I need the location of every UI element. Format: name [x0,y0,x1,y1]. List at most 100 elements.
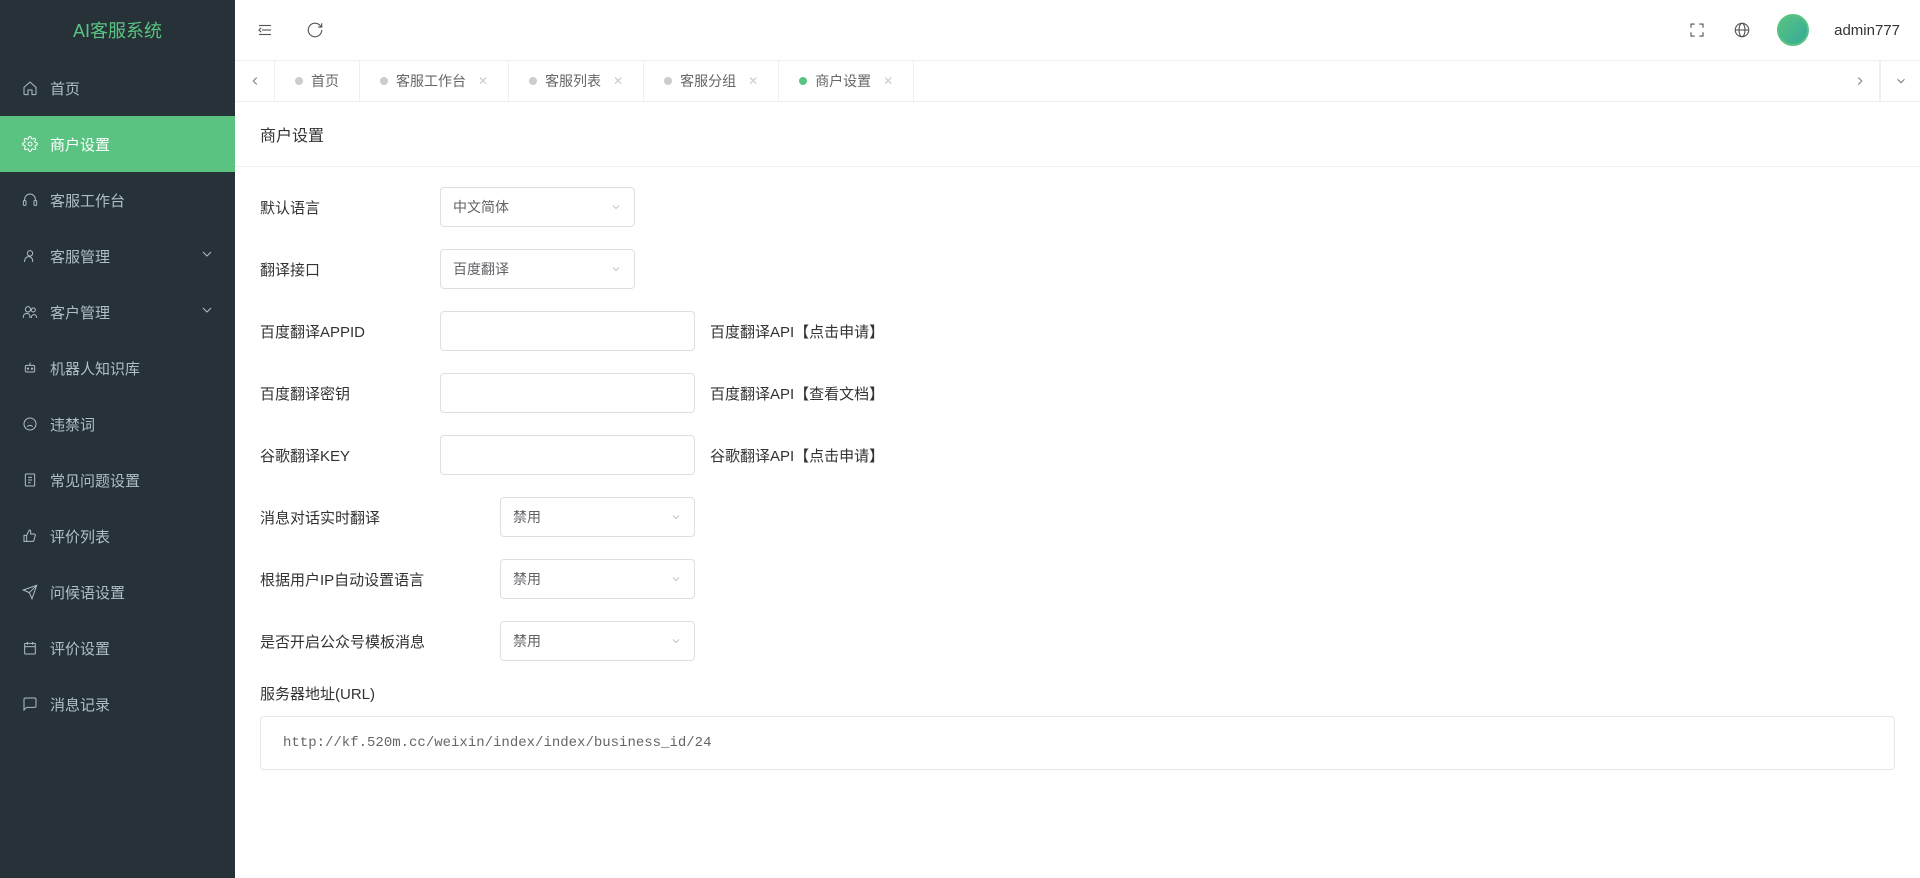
chevron-down-icon [610,263,622,275]
server-url-label: 服务器地址(URL) [260,683,1895,704]
auto-lang-ip-select[interactable]: 禁用 [500,559,695,599]
refresh-button[interactable] [305,20,325,40]
auto-lang-ip-label: 根据用户IP自动设置语言 [260,569,500,590]
language-button[interactable] [1732,20,1752,40]
content-area: 商户设置 默认语言 中文简体 翻译接口 百度翻译 百度翻译APPID 百度 [235,102,1920,878]
sidebar-item-agent-mgmt[interactable]: 客服管理 [0,228,235,284]
main-area: admin777 首页 客服工作台 ✕ 客服列表 ✕ 客服分组 ✕ 商户设置 ✕ [235,0,1920,878]
sidebar-item-label: 客户管理 [50,302,110,323]
thumb-up-icon [20,526,40,546]
select-value: 禁用 [513,569,541,589]
baidu-appid-label: 百度翻译APPID [260,321,440,342]
wechat-template-label: 是否开启公众号模板消息 [260,631,500,652]
tab-label: 客服分组 [680,71,736,91]
robot-icon [20,358,40,378]
sidebar-item-merchant-settings[interactable]: 商户设置 [0,116,235,172]
close-icon[interactable]: ✕ [748,74,758,88]
sidebar-item-forbidden-words[interactable]: 违禁词 [0,396,235,452]
gear-icon [20,134,40,154]
sidebar-item-label: 首页 [50,78,80,99]
close-icon[interactable]: ✕ [613,74,623,88]
tab-label: 客服工作台 [396,71,466,91]
tab-bar: 首页 客服工作台 ✕ 客服列表 ✕ 客服分组 ✕ 商户设置 ✕ [235,60,1920,102]
app-logo: AI客服系统 [0,0,235,60]
close-icon[interactable]: ✕ [883,74,893,88]
default-lang-label: 默认语言 [260,197,440,218]
wechat-template-select[interactable]: 禁用 [500,621,695,661]
tab-agent-groups[interactable]: 客服分组 ✕ [644,61,779,101]
user-icon [20,246,40,266]
sidebar-item-msg-log[interactable]: 消息记录 [0,676,235,732]
google-key-hint[interactable]: 谷歌翻译API【点击申请】 [710,445,884,466]
sidebar-item-reviews[interactable]: 评价列表 [0,508,235,564]
tab-dot-icon [295,77,303,85]
sidebar-item-home[interactable]: 首页 [0,60,235,116]
select-value: 百度翻译 [453,259,509,279]
headset-icon [20,190,40,210]
home-icon [20,78,40,98]
tabs-scroll-left[interactable] [235,61,275,101]
users-icon [20,302,40,322]
baidu-appid-input[interactable] [440,311,695,351]
baidu-secret-input[interactable] [440,373,695,413]
tab-dot-icon [664,77,672,85]
sidebar-item-label: 商户设置 [50,134,110,155]
translate-api-select[interactable]: 百度翻译 [440,249,635,289]
sidebar-item-robot-kb[interactable]: 机器人知识库 [0,340,235,396]
default-lang-select[interactable]: 中文简体 [440,187,635,227]
topbar: admin777 [235,0,1920,60]
sidebar-item-label: 机器人知识库 [50,358,140,379]
google-key-input[interactable] [440,435,695,475]
collapse-sidebar-button[interactable] [255,20,275,40]
settings-form: 默认语言 中文简体 翻译接口 百度翻译 百度翻译APPID 百度翻译API【点击… [235,167,1920,790]
baidu-appid-hint[interactable]: 百度翻译API【点击申请】 [710,321,884,342]
chevron-down-icon [610,201,622,213]
server-url-value[interactable]: http://kf.520m.cc/weixin/index/index/bus… [260,716,1895,770]
user-avatar[interactable] [1777,14,1809,46]
sidebar-item-label: 客服工作台 [50,190,125,211]
sidebar-item-customer-mgmt[interactable]: 客户管理 [0,284,235,340]
tabs-scroll-right[interactable] [1840,61,1880,101]
tab-merchant-settings[interactable]: 商户设置 ✕ [779,61,914,101]
sidebar-item-label: 评价列表 [50,526,110,547]
realtime-translate-select[interactable]: 禁用 [500,497,695,537]
sidebar: AI客服系统 首页 商户设置 客服工作台 客服管理 客户管理 机器人知识库 违禁… [0,0,235,878]
sidebar-item-label: 违禁词 [50,414,95,435]
select-value: 禁用 [513,631,541,651]
page-title: 商户设置 [235,102,1920,167]
chevron-down-icon [199,302,215,322]
select-value: 禁用 [513,507,541,527]
select-value: 中文简体 [453,197,509,217]
sidebar-item-label: 问候语设置 [50,582,125,603]
tab-label: 首页 [311,71,339,91]
chevron-down-icon [670,635,682,647]
tab-label: 商户设置 [815,71,871,91]
tab-workbench[interactable]: 客服工作台 ✕ [360,61,509,101]
message-icon [20,694,40,714]
chevron-down-icon [670,511,682,523]
sidebar-item-workbench[interactable]: 客服工作台 [0,172,235,228]
tab-dot-icon [380,77,388,85]
google-key-label: 谷歌翻译KEY [260,445,440,466]
sidebar-item-review-settings[interactable]: 评价设置 [0,620,235,676]
tab-label: 客服列表 [545,71,601,91]
baidu-secret-hint[interactable]: 百度翻译API【查看文档】 [710,383,884,404]
realtime-translate-label: 消息对话实时翻译 [260,507,500,528]
fullscreen-button[interactable] [1687,20,1707,40]
tab-home[interactable]: 首页 [275,61,360,101]
close-icon[interactable]: ✕ [478,74,488,88]
calendar-icon [20,638,40,658]
sidebar-item-label: 常见问题设置 [50,470,140,491]
sidebar-item-faq[interactable]: 常见问题设置 [0,452,235,508]
chevron-down-icon [199,246,215,266]
tab-agent-list[interactable]: 客服列表 ✕ [509,61,644,101]
baidu-secret-label: 百度翻译密钥 [260,383,440,404]
sidebar-item-label: 消息记录 [50,694,110,715]
translate-api-label: 翻译接口 [260,259,440,280]
face-frown-icon [20,414,40,434]
username-label[interactable]: admin777 [1834,22,1900,39]
sidebar-item-greeting[interactable]: 问候语设置 [0,564,235,620]
tab-dot-icon [799,77,807,85]
tabs-menu-button[interactable] [1880,61,1920,101]
document-icon [20,470,40,490]
